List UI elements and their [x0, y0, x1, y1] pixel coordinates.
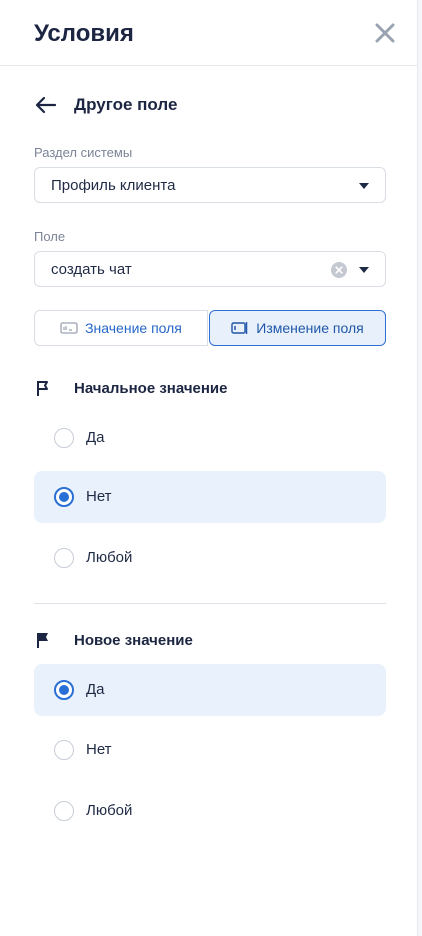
section-divider: [34, 603, 386, 604]
new-value-title: Новое значение: [74, 631, 193, 649]
initial-option-yes-label: Да: [86, 429, 105, 446]
tab-field-change-label: Изменение поля: [256, 320, 364, 336]
initial-option-no-label: Нет: [86, 488, 112, 505]
new-option-any-label: Любой: [86, 802, 133, 819]
radio-button-selected[interactable]: [54, 680, 74, 700]
text-field-icon: [60, 322, 78, 334]
new-option-yes-label: Да: [86, 681, 105, 698]
radio-button-selected[interactable]: [54, 487, 74, 507]
conditions-panel: Условия Другое поле Раздел системы Профи…: [0, 0, 418, 936]
tab-field-value-label: Значение поля: [85, 320, 182, 336]
radio-button[interactable]: [54, 740, 74, 760]
background-edge: [418, 0, 422, 936]
new-option-no-label: Нет: [86, 741, 112, 758]
back-row: Другое поле: [34, 92, 177, 118]
radio-button[interactable]: [54, 428, 74, 448]
initial-option-yes[interactable]: Да: [34, 412, 386, 464]
panel-header: Условия: [0, 0, 418, 66]
initial-option-any[interactable]: Любой: [34, 532, 386, 584]
close-icon[interactable]: [372, 20, 398, 46]
flag-outline-icon: [37, 381, 48, 396]
chevron-down-icon: [359, 183, 369, 189]
panel-title: Условия: [34, 20, 134, 47]
initial-option-no[interactable]: Нет: [34, 471, 386, 523]
radio-button[interactable]: [54, 548, 74, 568]
new-option-no[interactable]: Нет: [34, 724, 386, 776]
clear-icon[interactable]: [331, 262, 347, 278]
tab-field-value[interactable]: Значение поля: [34, 310, 208, 346]
new-option-any[interactable]: Любой: [34, 785, 386, 837]
subheader-title: Другое поле: [74, 95, 178, 114]
system-section-label: Раздел системы: [34, 145, 133, 160]
initial-value-heading: Начальное значение: [34, 377, 228, 399]
system-section-select[interactable]: Профиль клиента: [34, 167, 386, 203]
flag-filled-icon: [37, 633, 48, 648]
arrow-left-icon[interactable]: [34, 93, 58, 117]
new-value-heading: Новое значение: [34, 629, 193, 651]
initial-value-title: Начальное значение: [74, 379, 228, 397]
field-select[interactable]: создать чат: [34, 251, 386, 287]
field-label: Поле: [34, 229, 66, 244]
system-section-value: Профиль клиента: [51, 177, 176, 194]
radio-button[interactable]: [54, 801, 74, 821]
initial-option-any-label: Любой: [86, 549, 133, 566]
tab-field-change[interactable]: Изменение поля: [209, 310, 386, 346]
field-edit-icon: [231, 322, 248, 334]
field-value: создать чат: [51, 261, 132, 278]
chevron-down-icon: [359, 267, 369, 273]
new-option-yes[interactable]: Да: [34, 664, 386, 716]
